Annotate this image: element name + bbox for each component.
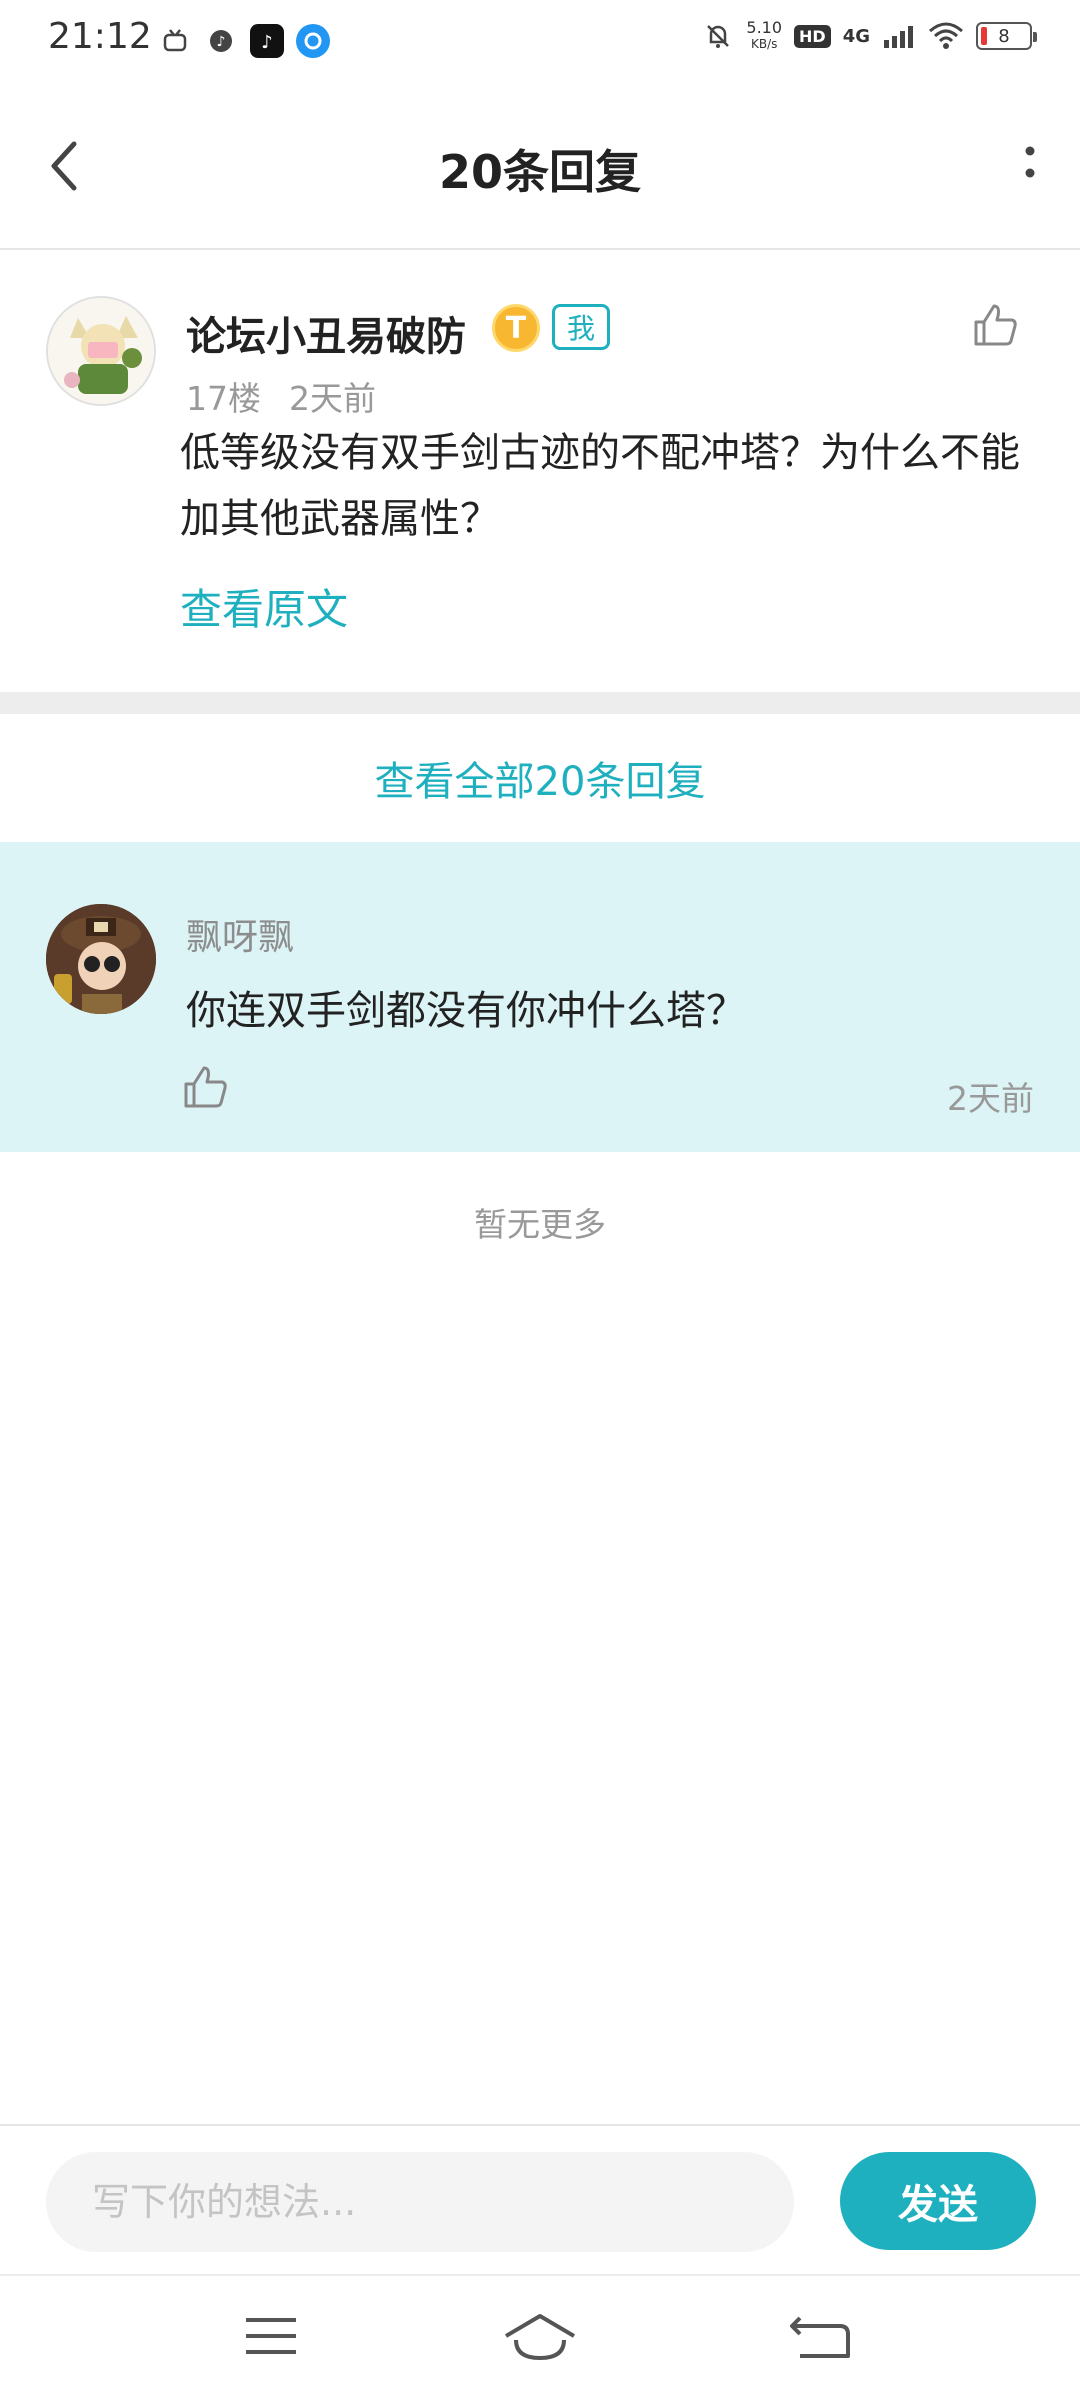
no-more-label: 暂无更多 bbox=[474, 1205, 606, 1244]
svg-text:♪: ♪ bbox=[217, 34, 226, 50]
status-bar: 21:12 ♪ ♪ 5.10 KB/s HD 4G 8 bbox=[0, 0, 1080, 84]
avatar[interactable] bbox=[46, 296, 156, 406]
thumbs-up-icon bbox=[184, 1066, 227, 1108]
comment-content: 低等级没有双手剑古迹的不配冲塔？为什么不能加其他武器属性？ bbox=[180, 430, 1020, 542]
main-comment: 论坛小丑易破防 T 我 17楼 2天前 低等级没有双手剑古迹的不配冲塔？为什么不能… bbox=[0, 252, 1080, 692]
avatar[interactable] bbox=[46, 904, 156, 1014]
hd-icon: HD bbox=[794, 24, 831, 48]
svg-text:♪: ♪ bbox=[261, 32, 273, 53]
like-button[interactable] bbox=[970, 300, 1020, 350]
system-nav-bar bbox=[0, 2274, 1080, 2400]
level-badge: T bbox=[492, 304, 540, 352]
character-avatar-icon bbox=[46, 904, 156, 1014]
view-original-link[interactable]: 查看原文 bbox=[180, 576, 348, 637]
menu-icon bbox=[246, 2318, 296, 2354]
top-bar: 20条回复 bbox=[0, 84, 1080, 250]
floor-number: 17楼 bbox=[186, 379, 261, 418]
author-name[interactable]: 论坛小丑易破防 bbox=[186, 304, 466, 362]
signal-icon bbox=[884, 26, 913, 48]
browser-app-icon bbox=[296, 24, 330, 58]
reply-like-button[interactable] bbox=[180, 1062, 230, 1112]
return-icon bbox=[790, 2316, 850, 2358]
battery-icon: 8 bbox=[976, 22, 1037, 50]
nav-home-button[interactable] bbox=[500, 2306, 580, 2366]
notification-icons: ♪ ♪ bbox=[158, 24, 330, 58]
reply-author[interactable]: 飘呀飘 bbox=[186, 908, 294, 960]
more-vertical-icon bbox=[1025, 146, 1035, 178]
reply-content: 你连双手剑都没有你冲什么塔？ bbox=[186, 988, 746, 1034]
post-meta: 17楼 2天前 bbox=[186, 372, 376, 420]
thumbs-up-icon bbox=[974, 304, 1017, 346]
music-app-icon: ♪ bbox=[204, 24, 238, 58]
post-time: 2天前 bbox=[289, 379, 376, 418]
self-badge: 我 bbox=[552, 304, 610, 350]
system-status: 5.10 KB/s HD 4G 8 bbox=[702, 18, 1037, 52]
reply-time: 2天前 bbox=[947, 1079, 1034, 1118]
anime-avatar-icon bbox=[48, 298, 154, 404]
nav-menu-button[interactable] bbox=[236, 2306, 306, 2366]
send-button[interactable]: 发送 bbox=[840, 2152, 1036, 2250]
network-type: 4G bbox=[842, 25, 870, 47]
status-time: 21:12 bbox=[48, 16, 152, 57]
network-speed: 5.10 KB/s bbox=[746, 18, 783, 52]
nav-back-button[interactable] bbox=[786, 2306, 856, 2366]
reply-item[interactable]: 飘呀飘 你连双手剑都没有你冲什么塔？ 2天前 bbox=[0, 842, 1080, 1152]
home-icon bbox=[504, 2314, 576, 2361]
section-divider bbox=[0, 692, 1080, 714]
tiktok-app-icon: ♪ bbox=[250, 24, 284, 58]
more-options-button[interactable] bbox=[1010, 134, 1050, 198]
mute-bell-icon bbox=[707, 25, 730, 48]
comment-input-bar: 发送 bbox=[0, 2124, 1080, 2274]
page-title: 20条回复 bbox=[438, 145, 641, 199]
view-all-replies-link[interactable]: 查看全部20条回复 bbox=[0, 714, 1080, 842]
comment-input[interactable] bbox=[46, 2152, 794, 2252]
tv-app-icon bbox=[158, 24, 192, 58]
wifi-icon bbox=[929, 22, 963, 49]
